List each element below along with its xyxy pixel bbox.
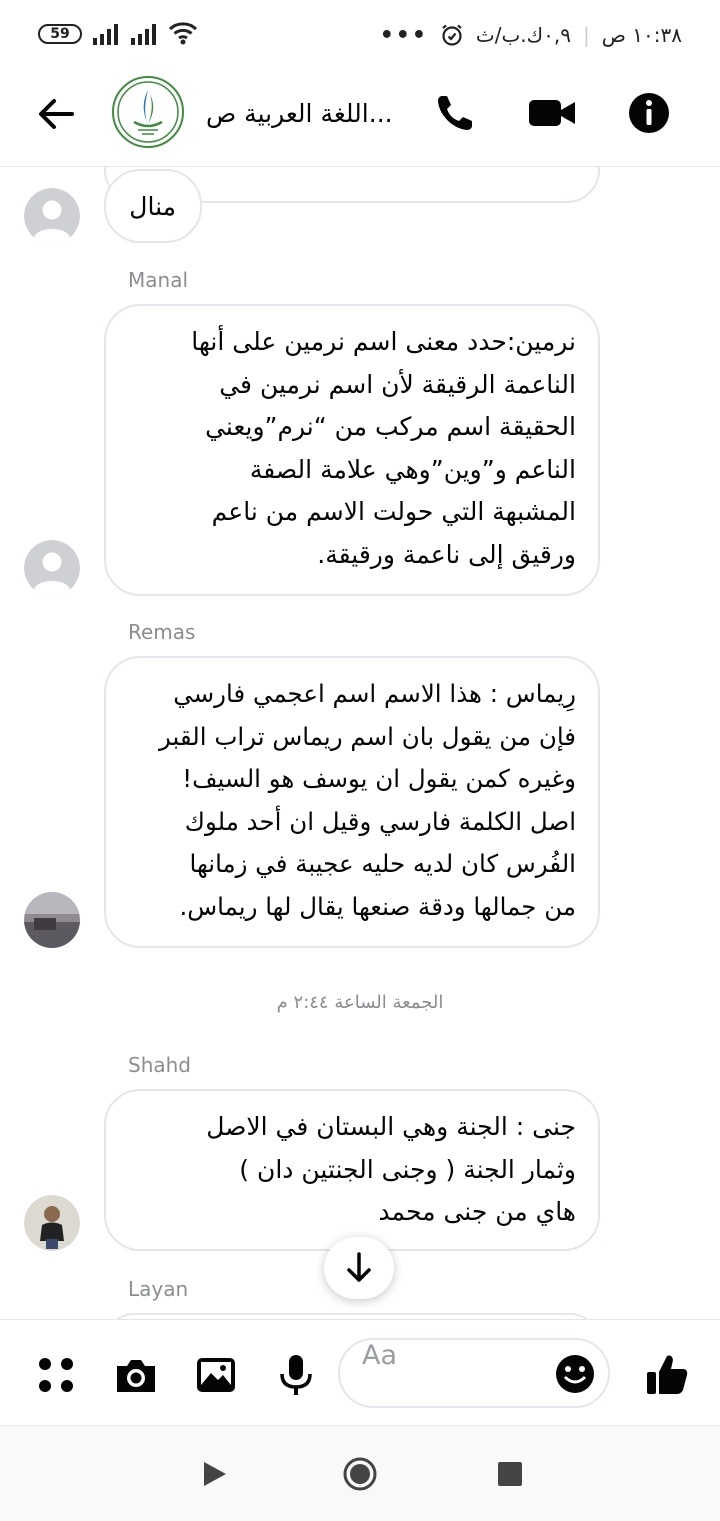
message-bubble[interactable]: رِيماس : هذا الاسم اسم اعجمي فارسي فإن م… xyxy=(104,656,600,948)
camera-icon[interactable] xyxy=(113,1352,159,1398)
video-camera-icon[interactable] xyxy=(527,88,577,138)
message-bubble[interactable]: منال xyxy=(104,169,202,243)
arrow-down-icon xyxy=(347,1252,371,1282)
status-right: ••• ٠,٩ك.ب/ث | ١٠:٣٨ ص xyxy=(380,22,682,48)
avatar[interactable] xyxy=(24,1195,80,1251)
scroll-to-bottom-button[interactable] xyxy=(324,1237,394,1299)
info-icon[interactable] xyxy=(624,88,674,138)
status-divider: | xyxy=(582,23,590,47)
alarm-icon xyxy=(442,24,462,46)
group-logo[interactable] xyxy=(112,76,184,148)
recents-square-icon[interactable] xyxy=(492,1456,528,1492)
message-bubble[interactable]: نرمين:حدد معنى اسم نرمين على أنها الناعم… xyxy=(104,304,600,596)
image-icon[interactable] xyxy=(193,1352,239,1398)
sender-name: Manal xyxy=(128,268,188,292)
chat-header: اللغة العربية ص... xyxy=(0,68,720,167)
clock: ١٠:٣٨ ص xyxy=(601,23,682,47)
battery-indicator: 59 xyxy=(38,24,82,44)
chat-title[interactable]: اللغة العربية ص... xyxy=(206,94,416,134)
avatar[interactable] xyxy=(24,892,80,948)
message-list[interactable]: منال Manal نرمين:حدد معنى اسم نرمين على … xyxy=(0,167,720,1319)
message-bubble[interactable]: جنى : الجنة وهي البستان في الاصل وثمار ا… xyxy=(104,1089,600,1251)
grid-menu-icon[interactable] xyxy=(34,1352,80,1398)
sender-name: Remas xyxy=(128,620,196,644)
status-bar: 59 ••• ٠,٩ك.ب/ث | ١٠:٣٨ ص xyxy=(0,0,720,68)
avatar[interactable] xyxy=(24,188,80,244)
more-notifications-icon: ••• xyxy=(379,22,428,48)
timestamp: الجمعة الساعة ٢:٤٤ م xyxy=(276,992,444,1013)
input-placeholder: Aa xyxy=(362,1340,398,1371)
system-navigation-bar xyxy=(0,1425,720,1521)
message-text: جنى : الجنة وهي البستان في الاصل وثمار ا… xyxy=(206,1112,576,1226)
emoji-icon[interactable] xyxy=(554,1353,596,1395)
network-speed: ٠,٩ك.ب/ث xyxy=(475,23,571,47)
avatar[interactable] xyxy=(24,540,80,596)
back-triangle-icon[interactable] xyxy=(196,1456,232,1492)
signal-strength-icon xyxy=(131,24,156,45)
microphone-icon[interactable] xyxy=(273,1352,319,1398)
message-text: منال xyxy=(129,192,176,221)
signal-strength-icon xyxy=(93,24,118,45)
message-input[interactable]: Aa xyxy=(338,1338,610,1408)
logo-emblem xyxy=(117,81,179,143)
wifi-icon xyxy=(168,22,198,45)
sender-name: Layan xyxy=(128,1277,189,1301)
thumbs-up-icon[interactable] xyxy=(644,1352,690,1398)
phone-icon[interactable] xyxy=(430,88,480,138)
back-arrow-icon[interactable] xyxy=(34,92,78,136)
message-text: رِيماس : هذا الاسم اسم اعجمي فارسي فإن م… xyxy=(158,679,576,921)
home-circle-icon[interactable] xyxy=(342,1456,378,1492)
message-text: نرمين:حدد معنى اسم نرمين على أنها الناعم… xyxy=(191,327,576,569)
sender-name: Shahd xyxy=(128,1053,191,1077)
message-composer: Aa xyxy=(0,1319,720,1426)
